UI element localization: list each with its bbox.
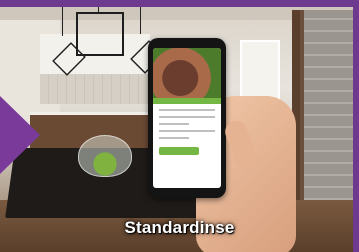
text-line bbox=[159, 116, 215, 118]
glass-bowl bbox=[78, 135, 132, 177]
top-accent-bar bbox=[0, 0, 359, 7]
app-green-bar bbox=[153, 98, 221, 104]
food-image bbox=[153, 48, 221, 98]
text-line bbox=[159, 130, 215, 132]
phone-screen bbox=[153, 48, 221, 188]
slide-card[interactable]: Standardinse bbox=[0, 0, 359, 252]
kitchen-photo bbox=[0, 0, 359, 252]
backsplash bbox=[40, 74, 150, 104]
smartphone bbox=[148, 38, 226, 198]
stone-wall bbox=[300, 10, 359, 210]
right-accent-bar bbox=[353, 0, 359, 252]
text-line bbox=[159, 123, 189, 125]
text-line bbox=[159, 109, 215, 111]
app-button bbox=[159, 147, 199, 155]
slide-caption: Standardinse bbox=[124, 218, 235, 237]
text-line bbox=[159, 137, 189, 139]
pendant-lamp-icon bbox=[76, 12, 124, 56]
